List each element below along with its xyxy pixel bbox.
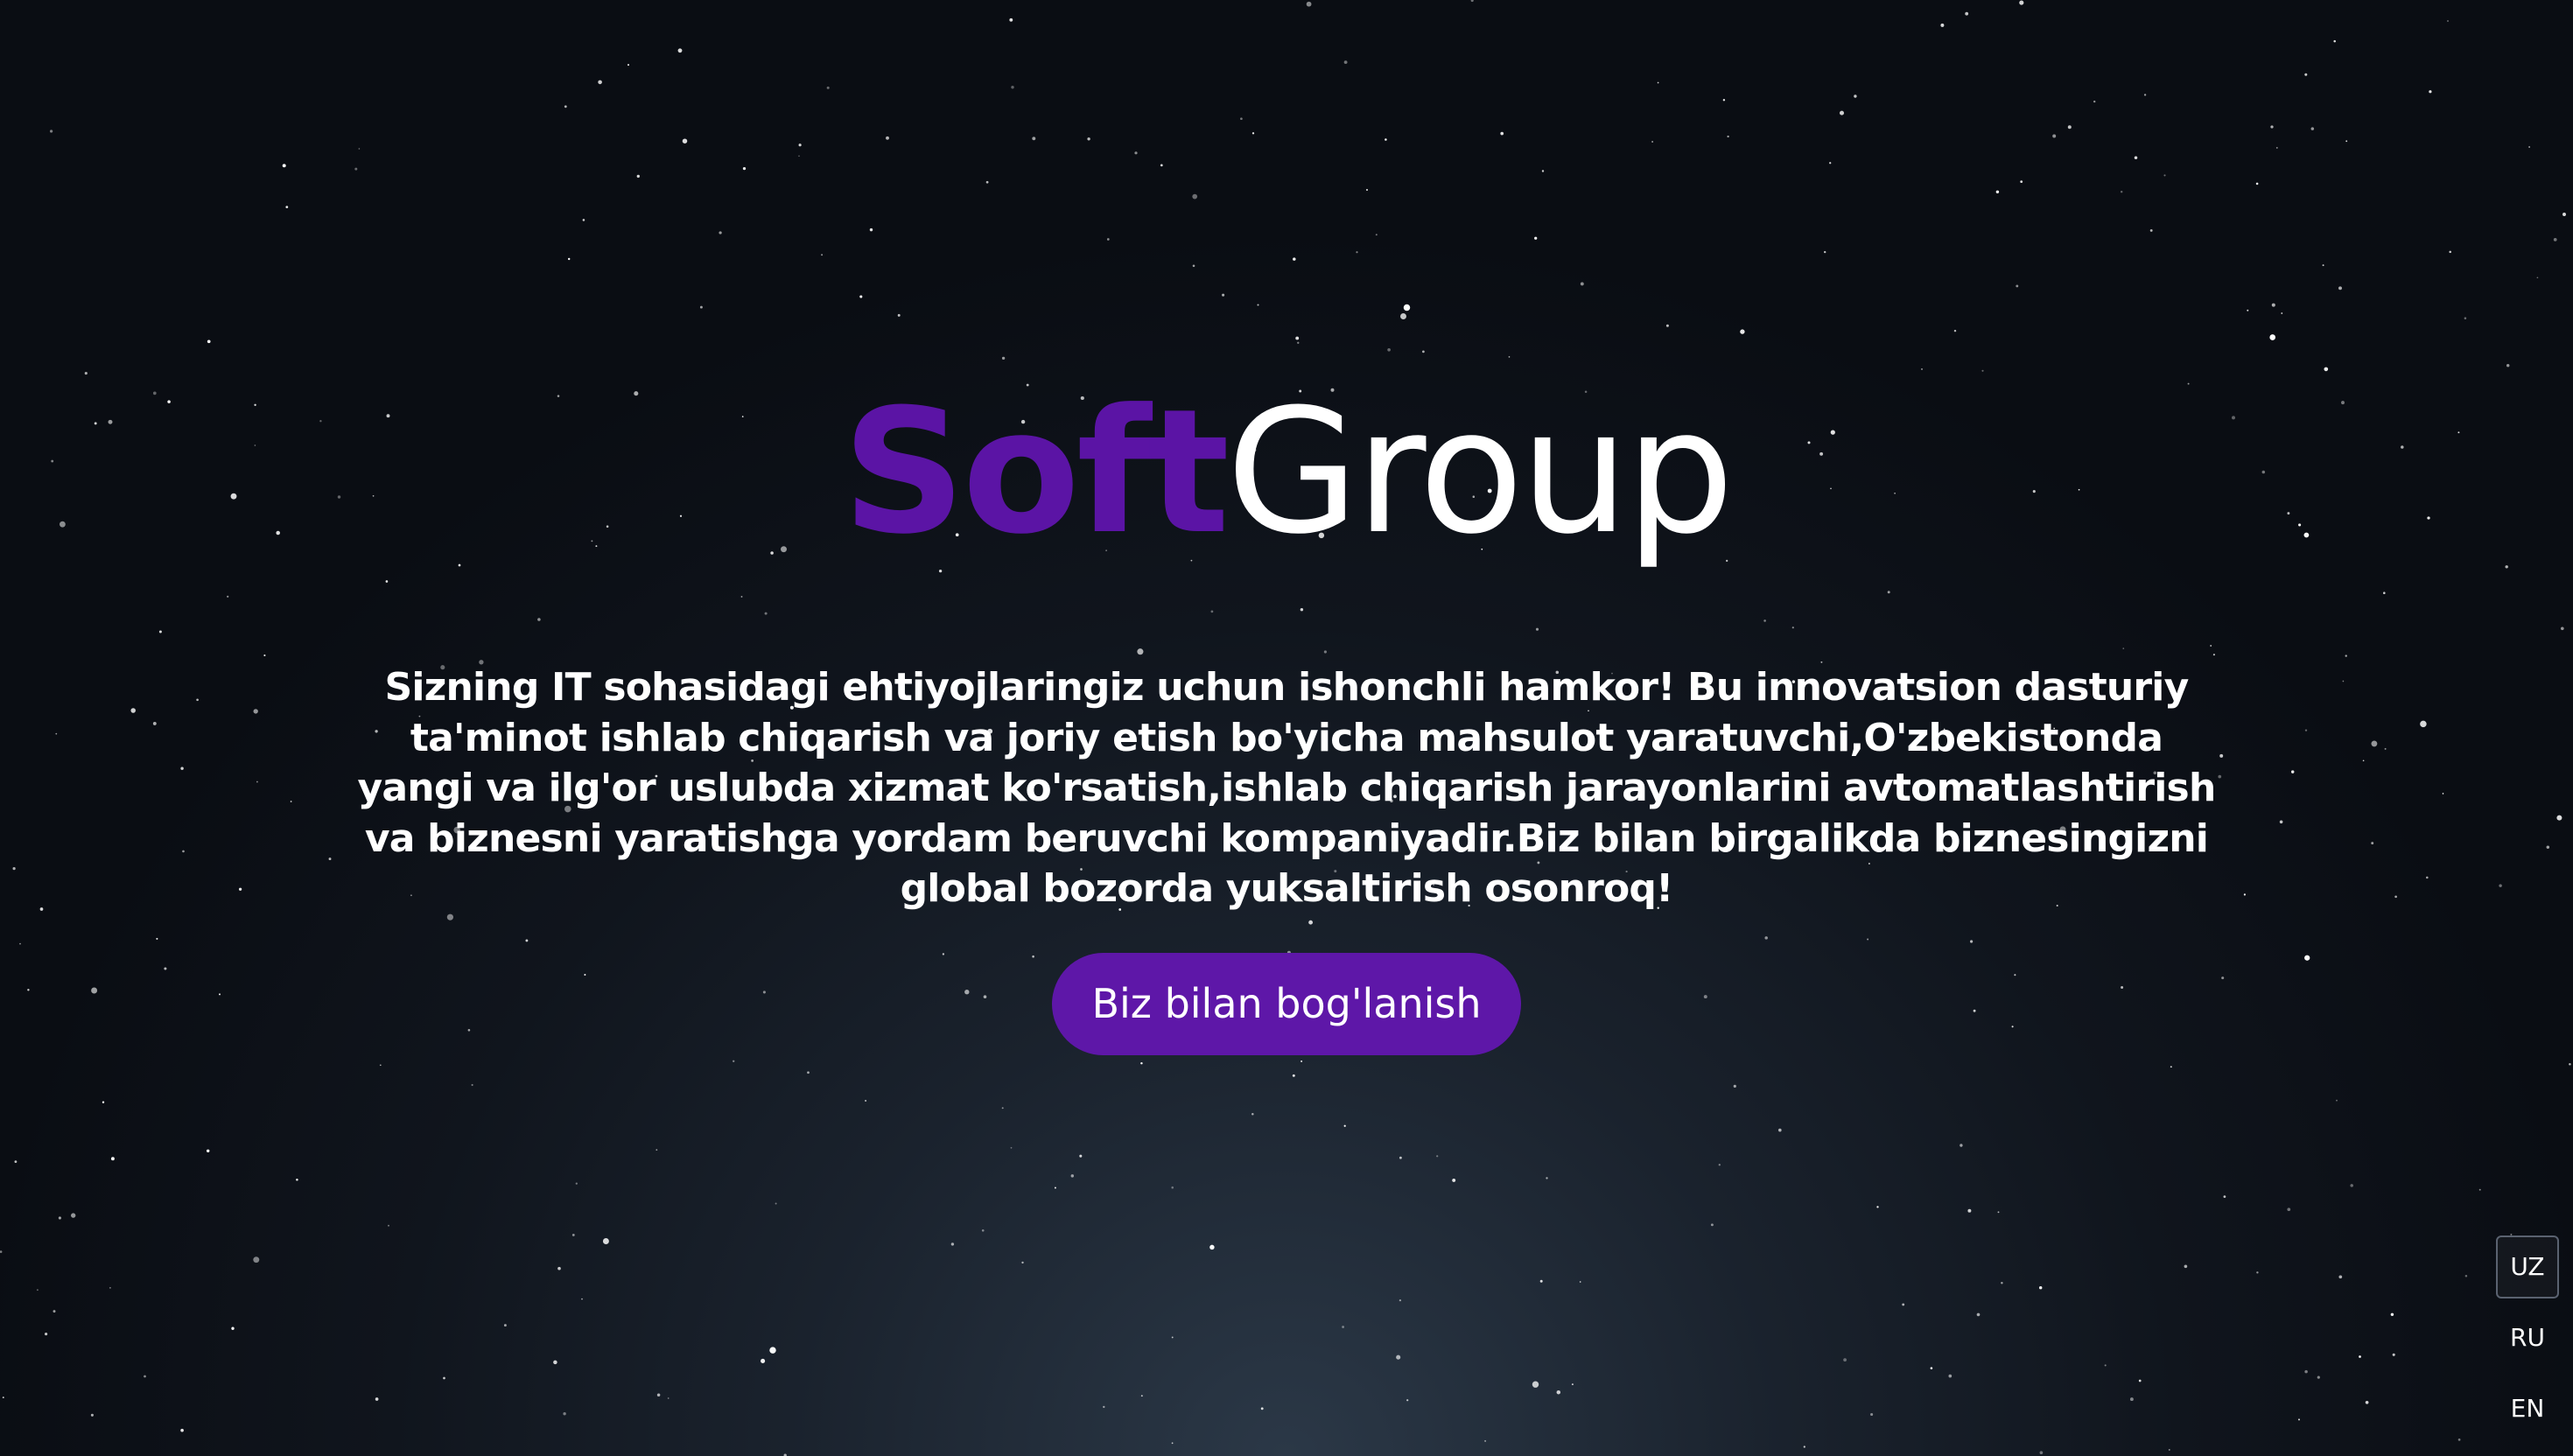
language-switcher: UZ RU EN xyxy=(2496,1236,2559,1448)
brand-logo-soft: Soft xyxy=(842,373,1230,572)
hero-section: SoftGroup Sizning IT sohasidagi ehtiyojl… xyxy=(0,0,2573,1456)
lang-en-button[interactable]: EN xyxy=(2496,1377,2559,1440)
contact-us-button[interactable]: Biz bilan bog'lanish xyxy=(1052,953,1521,1055)
brand-logo: SoftGroup xyxy=(0,376,2573,569)
lang-ru-button[interactable]: RU xyxy=(2496,1306,2559,1369)
hero-tagline: Sizning IT sohasidagi ehtiyojlaringiz uc… xyxy=(357,665,2217,911)
lang-uz-button[interactable]: UZ xyxy=(2496,1236,2559,1298)
brand-logo-group: Group xyxy=(1226,373,1735,572)
